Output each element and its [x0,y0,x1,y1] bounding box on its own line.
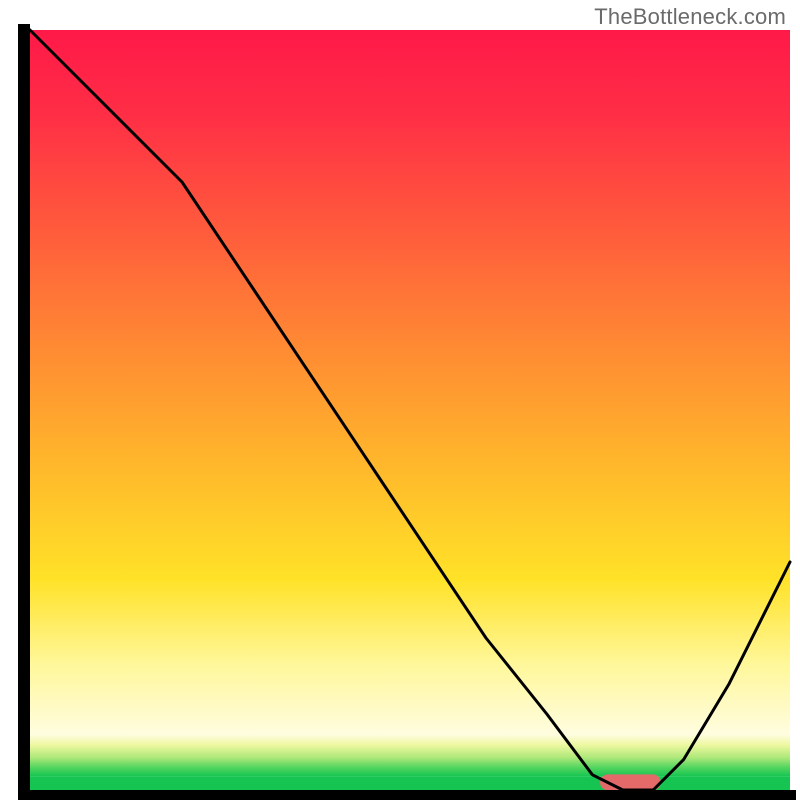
chart-svg [0,0,800,800]
watermark-text: TheBottleneck.com [594,4,786,30]
bottleneck-chart [0,0,800,800]
